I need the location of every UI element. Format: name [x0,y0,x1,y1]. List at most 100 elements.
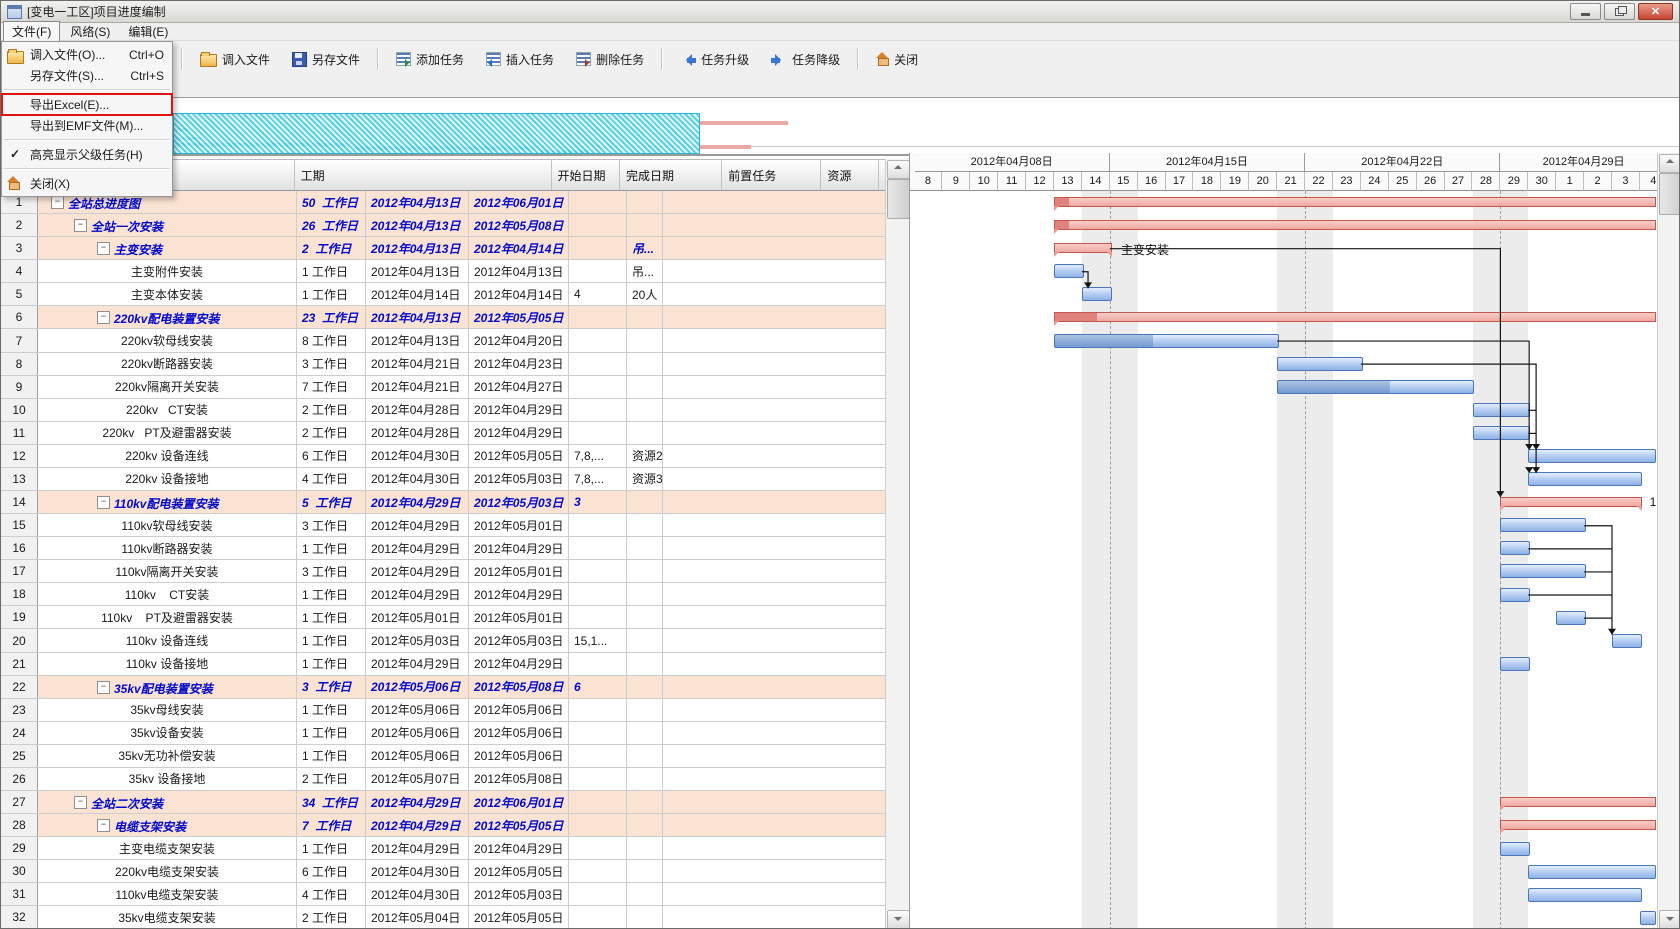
column-header[interactable]: 完成日期 [620,160,722,190]
menu-file[interactable]: 文件(F) [3,21,60,42]
task-bar-row30[interactable] [1528,865,1656,879]
restore-button[interactable] [1604,3,1635,20]
table-row[interactable]: 29主变电缆支架安装1 工作日2012年04月29日2012年04月29日 [1,837,885,860]
column-header[interactable]: 工期 [295,160,552,190]
collapse-expander[interactable]: − [74,796,87,809]
table-row[interactable]: 16110kv断路器安装1 工作日2012年04月29日2012年04月29日 [1,537,885,560]
table-row[interactable]: 31110kv电缆支架安装4 工作日2012年04月30日2012年05月03日 [1,883,885,906]
add-task-button[interactable]: 添加任务 [387,47,473,72]
task-bar-row18[interactable] [1500,588,1530,602]
task-bar-row19[interactable] [1556,611,1586,625]
task-bar-row9[interactable] [1277,380,1474,394]
menu-edit[interactable]: 编辑(E) [120,22,176,41]
table-row[interactable]: 22−35kv配电装置安装3 工作日2012年05月06日2012年05月08日… [1,676,885,699]
table-row[interactable]: 2435kv设备安装1 工作日2012年05月06日2012年05月06日 [1,722,885,745]
menu-item-export-emf[interactable]: 导出到EMF文件(M)... [2,115,172,136]
summary-bar-row14[interactable] [1500,497,1642,507]
close-tool-button[interactable]: 关闭 [867,47,927,72]
menu-item-load-file[interactable]: 调入文件(O)... Ctrl+O [2,44,172,65]
column-header[interactable]: 开始日期 [552,160,620,190]
collapse-expander[interactable]: − [97,242,110,255]
summary-bar-row3[interactable] [1054,243,1112,253]
table-row[interactable]: 20110kv 设备连线1 工作日2012年05月03日2012年05月03日1… [1,629,885,652]
task-bar-row13[interactable] [1528,472,1642,486]
task-bar-row5[interactable] [1082,287,1112,301]
table-row[interactable]: 3235kv电缆支架安装2 工作日2012年05月04日2012年05月05日 [1,906,885,929]
task-bar-row17[interactable] [1500,564,1586,578]
table-row[interactable]: 14−110kv配电装置安装5 工作日2012年04月29日2012年05月03… [1,491,885,514]
task-bar-row12[interactable] [1528,449,1656,463]
gantt-overview-band[interactable] [1,98,1679,156]
table-row[interactable]: 28−电缆支架安装7 工作日2012年04月29日2012年05月05日 [1,814,885,837]
overview-visible-window[interactable] [173,113,700,154]
task-bar-row31[interactable] [1528,888,1642,902]
summary-bar-row6[interactable] [1054,312,1656,322]
summary-bar-row2[interactable] [1054,220,1656,230]
table-row[interactable]: 2535kv无功补偿安装1 工作日2012年05月06日2012年05月06日 [1,745,885,768]
table-row[interactable]: 21110kv 设备接地1 工作日2012年04月29日2012年04月29日 [1,653,885,676]
scroll-up-button[interactable] [887,160,910,179]
collapse-expander[interactable]: − [97,819,110,832]
table-row[interactable]: 30220kv电缆支架安装6 工作日2012年04月30日2012年05月05日 [1,860,885,883]
table-row[interactable]: 3−主变安装2 工作日2012年04月13日2012年04月14日吊... [1,237,885,260]
table-row[interactable]: 13220kv 设备接地4 工作日2012年04月30日2012年05月03日7… [1,468,885,491]
task-promote-button[interactable]: 任务升级 [671,47,758,72]
table-row[interactable]: 5主变本体安装1 工作日2012年04月14日2012年04月14日420人 [1,283,885,306]
collapse-expander[interactable]: − [74,219,87,232]
close-button[interactable]: ✕ [1638,3,1673,20]
table-row[interactable]: 18110kv CT安装1 工作日2012年04月29日2012年04月29日 [1,583,885,606]
table-row[interactable]: 2335kv母线安装1 工作日2012年05月06日2012年05月06日 [1,699,885,722]
scrollbar-thumb[interactable] [887,179,910,219]
task-bar-row8[interactable] [1277,357,1363,371]
column-header[interactable]: 资源 [821,160,879,190]
scroll-down-button[interactable] [887,910,910,929]
table-row[interactable]: 9220kv隔离开关安装7 工作日2012年04月21日2012年04月27日 [1,376,885,399]
table-row[interactable]: 10220kv CT安装2 工作日2012年04月28日2012年04月29日 [1,399,885,422]
collapse-expander[interactable]: − [97,681,110,694]
table-row[interactable]: 2−全站一次安装26 工作日2012年04月13日2012年05月08日 [1,214,885,237]
table-row[interactable]: 15110kv软母线安装3 工作日2012年04月29日2012年05月01日 [1,514,885,537]
collapse-expander[interactable]: − [97,496,110,509]
collapse-expander[interactable]: − [51,196,64,209]
table-row[interactable]: 19110kv PT及避雷器安装1 工作日2012年05月01日2012年05月… [1,606,885,629]
menu-item-highlight-parent-tasks[interactable]: ✓ 高亮显示父级任务(H) [2,144,172,165]
task-bar-row20[interactable] [1612,634,1642,648]
table-row[interactable]: 4主变附件安装1 工作日2012年04月13日2012年04月13日吊... [1,260,885,283]
gantt-vertical-scrollbar[interactable] [1657,153,1680,929]
task-bar-row32[interactable] [1640,911,1656,925]
table-row[interactable]: 2635kv 设备接地2 工作日2012年05月07日2012年05月08日 [1,768,885,791]
task-bar-row29[interactable] [1500,842,1530,856]
summary-bar-row27[interactable] [1500,797,1656,807]
task-bar-row4[interactable] [1054,264,1084,278]
table-row[interactable]: 11220kv PT及避雷器安装2 工作日2012年04月28日2012年04月… [1,422,885,445]
delete-task-button[interactable]: 删除任务 [567,47,653,72]
scroll-down-button[interactable] [1659,910,1680,929]
table-vertical-scrollbar[interactable] [885,159,909,929]
table-row[interactable]: 12220kv 设备连线6 工作日2012年04月30日2012年05月05日7… [1,445,885,468]
menu-item-save-as[interactable]: 另存文件(S)... Ctrl+S [2,65,172,86]
table-row[interactable]: 17110kv隔离开关安装3 工作日2012年04月29日2012年05月01日 [1,560,885,583]
minimize-button[interactable] [1570,3,1601,20]
scroll-up-button[interactable] [1659,154,1680,173]
summary-bar-row28[interactable] [1500,820,1656,830]
task-bar-row21[interactable] [1500,657,1530,671]
scrollbar-thumb[interactable] [1659,173,1680,215]
column-header[interactable]: 前置任务 [722,160,821,190]
summary-bar-row1[interactable] [1054,197,1656,207]
task-bar-row15[interactable] [1500,518,1586,532]
collapse-expander[interactable]: − [97,311,110,324]
table-row[interactable]: 6−220kv配电装置安装23 工作日2012年04月13日2012年05月05… [1,306,885,329]
task-bar-row7[interactable] [1054,334,1279,348]
menu-item-export-excel[interactable]: 导出Excel(E)... [2,94,172,115]
load-file-button[interactable]: 调入文件 [191,47,279,72]
menu-network[interactable]: 风络(S) [62,22,118,41]
insert-task-button[interactable]: 插入任务 [477,47,563,72]
task-bar-row16[interactable] [1500,541,1530,555]
menu-item-close[interactable]: 关闭(X) [2,173,172,194]
table-row[interactable]: 7220kv软母线安装8 工作日2012年04月13日2012年04月20日 [1,329,885,352]
save-as-button[interactable]: 另存文件 [283,47,369,72]
table-row[interactable]: 27−全站二次安装34 工作日2012年04月29日2012年06月01日 [1,791,885,814]
task-bar-row11[interactable] [1473,426,1531,440]
task-demote-button[interactable]: 任务降级 [762,47,849,72]
table-row[interactable]: 8220kv断路器安装3 工作日2012年04月21日2012年04月23日 [1,353,885,376]
